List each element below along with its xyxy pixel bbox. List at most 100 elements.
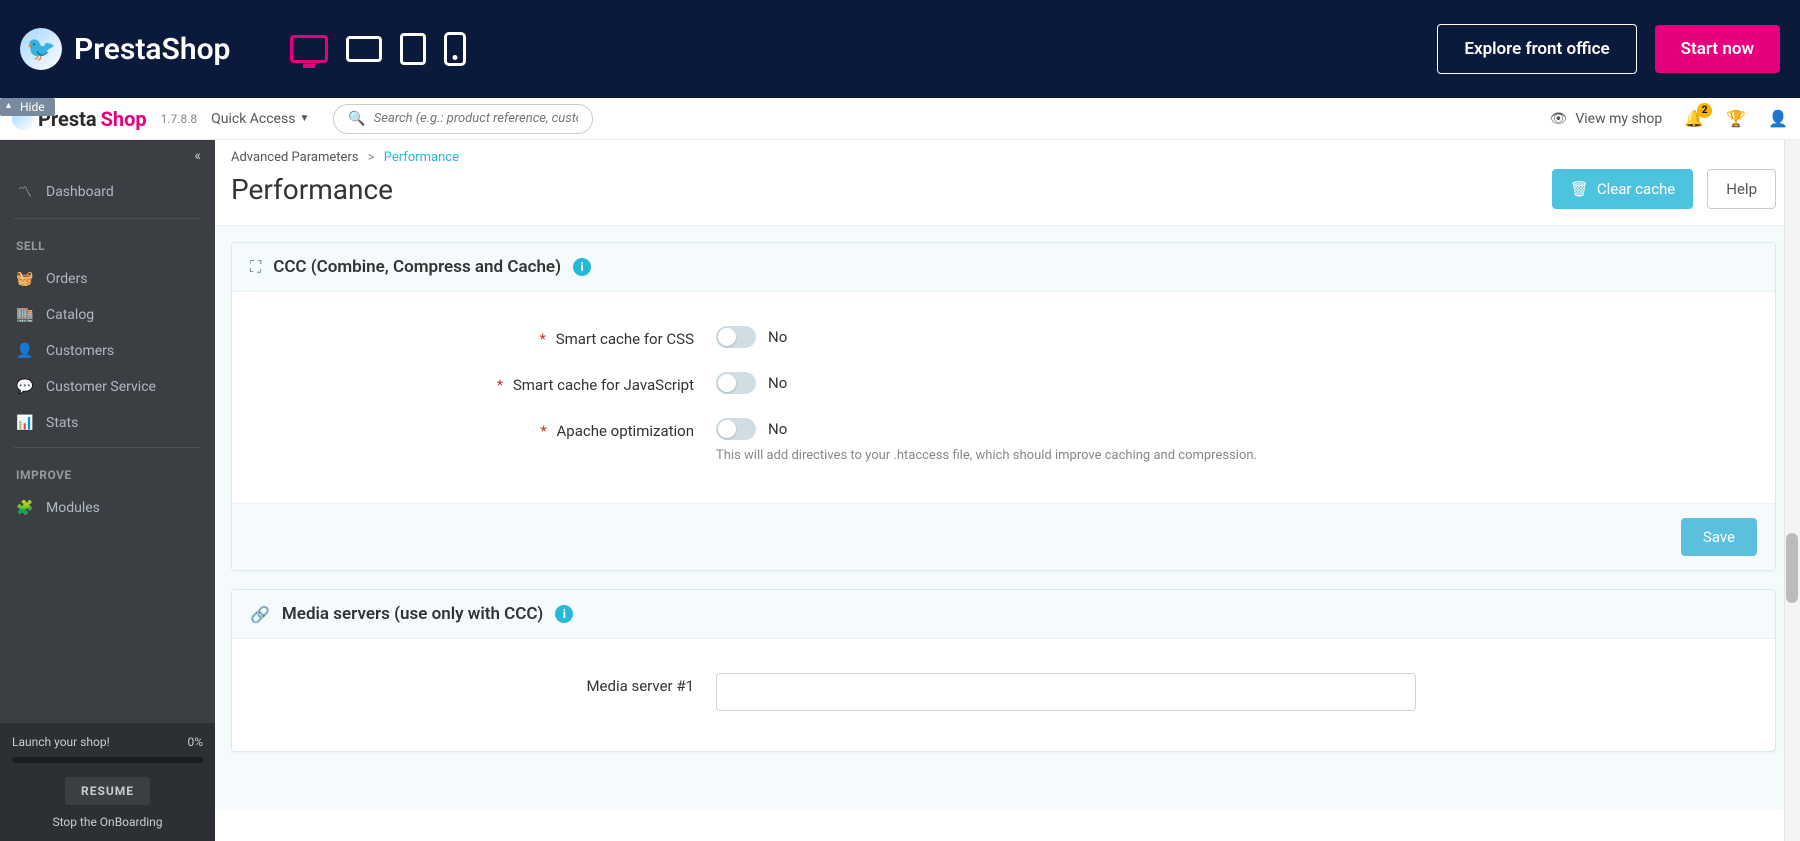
trophy-icon[interactable]: 🏆 <box>1726 109 1746 128</box>
media-servers-title: Media servers (use only with CCC) <box>282 604 543 624</box>
apache-help-text: This will add directives to your .htacce… <box>716 448 1751 463</box>
sidebar-divider <box>14 447 201 448</box>
scrollbar-thumb[interactable] <box>1786 533 1798 603</box>
sidebar-onboarding-panel: Launch your shop! 0% RESUME Stop the OnB… <box>0 723 215 841</box>
page-header: Performance 🗑 Clear cache Help <box>215 165 1800 226</box>
smart-cache-css-value: No <box>768 328 787 346</box>
clear-cache-button[interactable]: 🗑 Clear cache <box>1552 169 1693 209</box>
tablet-view-icon[interactable] <box>400 33 426 65</box>
onboarding-progress-bar <box>12 757 203 763</box>
chevron-right-icon: > <box>368 150 375 165</box>
explore-front-office-button[interactable]: Explore front office <box>1437 24 1636 74</box>
view-my-shop-link[interactable]: 👁 View my shop <box>1550 111 1663 127</box>
resume-button[interactable]: RESUME <box>65 777 150 805</box>
sidebar-item-catalog[interactable]: 🏬 Catalog <box>0 297 215 333</box>
toggle-wrap: No <box>716 418 1751 440</box>
sidebar-item-orders[interactable]: 🧺 Orders <box>0 261 215 297</box>
start-now-button[interactable]: Start now <box>1655 25 1780 73</box>
page-actions: 🗑 Clear cache Help <box>1552 169 1776 209</box>
notifications-button[interactable]: 🔔 2 <box>1684 109 1704 128</box>
smart-cache-js-label: * Smart cache for JavaScript <box>256 372 716 394</box>
topbar-left: 🐦 PrestaShop <box>20 28 466 70</box>
laptop-view-icon[interactable] <box>346 36 382 62</box>
mobile-view-icon[interactable] <box>444 32 466 66</box>
media-server-1-label: Media server #1 <box>256 673 716 695</box>
sidebar-item-dashboard[interactable]: 〽 Dashboard <box>0 172 215 212</box>
label-text: Apache optimization <box>557 422 694 440</box>
admin-header: Hide PrestaShop 1.7.8.8 Quick Access ▼ 🔍… <box>0 98 1800 140</box>
smart-cache-css-row: * Smart cache for CSS No <box>256 314 1751 360</box>
ccc-card-footer: Save <box>232 503 1775 570</box>
user-avatar-icon[interactable]: 👤 <box>1768 109 1788 128</box>
scrollbar-track[interactable] <box>1784 140 1800 841</box>
media-servers-card: 🔗 Media servers (use only with CCC) i Me… <box>231 589 1776 752</box>
desktop-view-icon[interactable] <box>290 35 328 63</box>
ccc-card-header: ⛶ CCC (Combine, Compress and Cache) i <box>232 243 1775 292</box>
sidebar-collapse-icon[interactable]: « <box>194 148 201 164</box>
launch-shop-label: Launch your shop! <box>12 735 110 749</box>
brand-main: 🐦 PrestaShop <box>20 28 230 70</box>
search-input[interactable] <box>374 111 579 126</box>
store-icon: 🏬 <box>16 307 34 323</box>
sidebar-collapse-row: « <box>0 140 215 172</box>
trash-icon: 🗑 <box>1570 180 1589 198</box>
media-servers-body: Media server #1 <box>232 639 1775 751</box>
smart-cache-js-toggle[interactable] <box>716 372 756 394</box>
search-box[interactable]: 🔍 <box>333 104 593 134</box>
sidebar-item-label: Stats <box>46 415 78 431</box>
help-button[interactable]: Help <box>1707 169 1776 209</box>
notification-count-badge: 2 <box>1697 103 1712 118</box>
basket-icon: 🧺 <box>16 271 34 287</box>
prestashop-logo-icon: 🐦 <box>20 28 62 70</box>
toggle-knob <box>718 374 736 392</box>
label-text: Media server #1 <box>586 677 694 695</box>
smart-cache-js-row: * Smart cache for JavaScript No <box>256 360 1751 406</box>
sidebar-item-label: Customers <box>46 343 114 359</box>
brand-text: PrestaShop <box>74 32 230 67</box>
required-asterisk: * <box>540 330 546 348</box>
media-server-1-input[interactable] <box>716 673 1416 711</box>
main-content: Advanced Parameters > Performance Perfor… <box>215 140 1800 841</box>
sidebar-item-label: Catalog <box>46 307 94 323</box>
ccc-card-title: CCC (Combine, Compress and Cache) <box>273 257 561 277</box>
link-icon: 🔗 <box>250 605 270 624</box>
sidebar-item-label: Orders <box>46 271 88 287</box>
top-brand-bar: 🐦 PrestaShop Explore front office Start … <box>0 0 1800 98</box>
clear-cache-label: Clear cache <box>1597 180 1675 198</box>
sidebar-item-label: Dashboard <box>46 184 114 200</box>
apache-optimization-toggle[interactable] <box>716 418 756 440</box>
content-area: ⛶ CCC (Combine, Compress and Cache) i * … <box>215 226 1800 810</box>
launch-shop-row: Launch your shop! 0% <box>12 735 203 749</box>
version-label: 1.7.8.8 <box>161 112 197 126</box>
admin-logo-text-b: Shop <box>101 107 147 131</box>
smart-cache-css-toggle[interactable] <box>716 326 756 348</box>
smart-cache-css-label: * Smart cache for CSS <box>256 326 716 348</box>
stop-onboarding-link[interactable]: Stop the OnBoarding <box>12 815 203 829</box>
field-col <box>716 673 1751 711</box>
ccc-card: ⛶ CCC (Combine, Compress and Cache) i * … <box>231 242 1776 571</box>
dashboard-icon: 〽 <box>16 182 34 202</box>
sidebar-item-modules[interactable]: 🧩 Modules <box>0 490 215 526</box>
breadcrumb-current: Performance <box>384 150 459 165</box>
toggle-wrap: No <box>716 372 1751 394</box>
info-icon[interactable]: i <box>573 258 591 276</box>
chat-icon: 💬 <box>16 379 34 395</box>
label-text: Smart cache for CSS <box>556 330 694 348</box>
sidebar-section-sell: SELL <box>0 225 215 261</box>
sidebar-item-customers[interactable]: 👤 Customers <box>0 333 215 369</box>
media-servers-header: 🔗 Media servers (use only with CCC) i <box>232 590 1775 639</box>
sidebar-item-customer-service[interactable]: 💬 Customer Service <box>0 369 215 405</box>
breadcrumb-parent[interactable]: Advanced Parameters <box>231 150 359 165</box>
media-server-1-row: Media server #1 <box>256 661 1751 723</box>
ccc-save-button[interactable]: Save <box>1681 518 1757 556</box>
info-icon[interactable]: i <box>555 605 573 623</box>
sidebar-item-label: Modules <box>46 500 100 516</box>
hide-sidebar-button[interactable]: Hide <box>0 98 55 116</box>
sidebar-item-stats[interactable]: 📊 Stats <box>0 405 215 441</box>
field-col: No <box>716 326 1751 348</box>
required-asterisk: * <box>540 422 546 440</box>
quick-access-dropdown[interactable]: Quick Access ▼ <box>211 111 309 127</box>
admin-header-right: 👁 View my shop 🔔 2 🏆 👤 <box>1550 109 1788 128</box>
topbar-right: Explore front office Start now <box>1437 24 1780 74</box>
user-icon: 👤 <box>16 343 34 359</box>
